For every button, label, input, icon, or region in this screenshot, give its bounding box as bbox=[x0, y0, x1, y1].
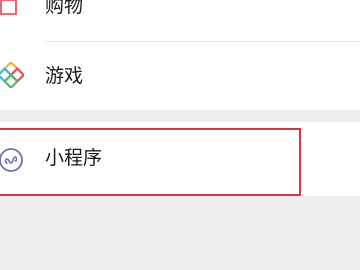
menu-item-games[interactable]: 游戏 bbox=[0, 42, 360, 110]
menu-item-shopping[interactable]: 购物 bbox=[0, 0, 360, 42]
menu-item-shopping-label: 购物 bbox=[45, 0, 84, 17]
shopping-bag-icon bbox=[0, 0, 20, 22]
menu-item-games-label: 游戏 bbox=[45, 65, 84, 87]
games-diamond-icon bbox=[0, 60, 26, 92]
highlight-box bbox=[0, 128, 301, 196]
